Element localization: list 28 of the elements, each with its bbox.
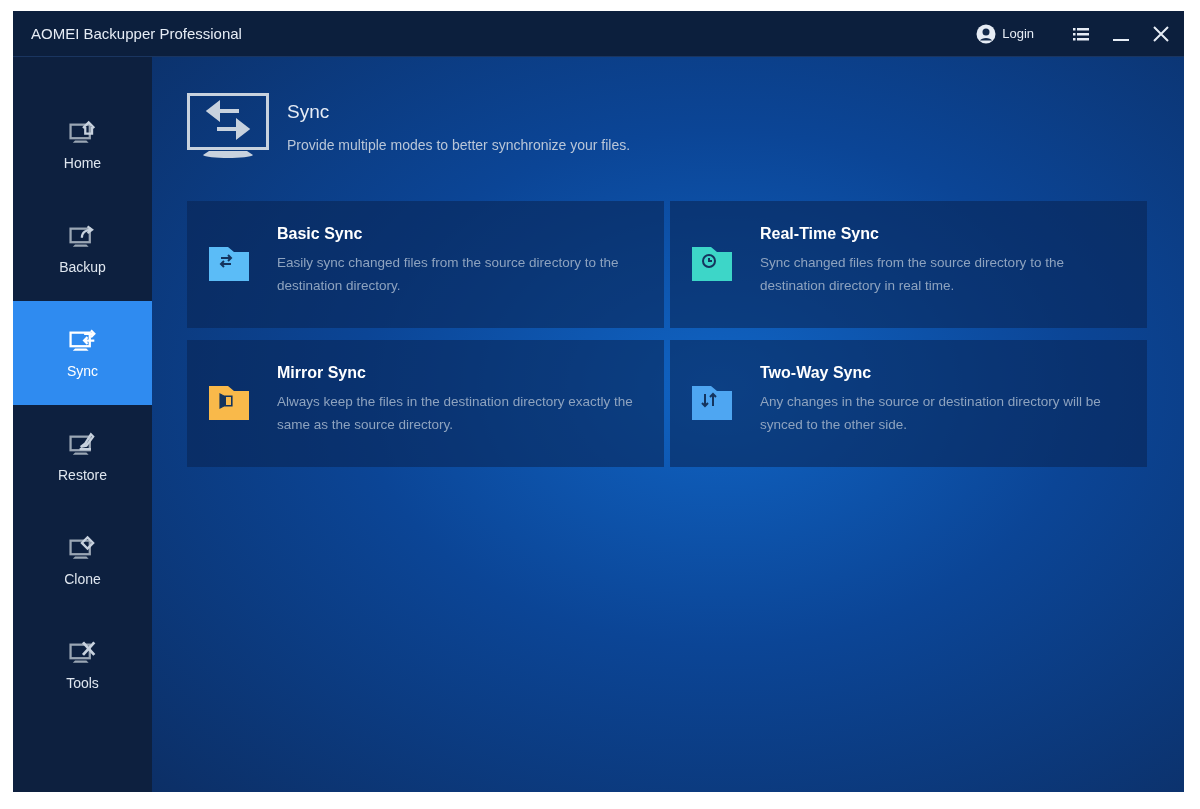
sidebar-item[interactable]: Home xyxy=(13,93,152,197)
card-description: Sync changed files from the source directory to the destination directory in real time. xyxy=(760,254,1065,295)
sidebar-item[interactable]: Clone xyxy=(13,509,152,613)
card-title: Basic Sync xyxy=(277,225,364,243)
close-icon[interactable] xyxy=(1152,24,1170,43)
card-title: Mirror Sync xyxy=(277,364,367,382)
sync-mode-card[interactable]: Mirror Sync Always keep the files in the destination directory exactly the same as the source directory. xyxy=(187,340,664,467)
card-description: Any changes in the source or destination directory will be synced to the other side. xyxy=(760,393,1102,434)
sync-mode-card[interactable]: Basic Sync Easily sync changed files from the source directory to the destination directory. xyxy=(187,201,664,328)
window-title: AOMEI Backupper Professional xyxy=(31,25,242,42)
login-button[interactable]: Login xyxy=(976,23,1034,44)
user-icon xyxy=(976,23,997,44)
tools-monitor-icon xyxy=(67,639,98,665)
page-subtitle: Provide multiple modes to better synchronize your files. xyxy=(287,137,631,153)
sync-monitor-icon xyxy=(67,327,98,353)
page-title: Sync xyxy=(287,101,331,123)
sidebar-item[interactable]: Tools xyxy=(13,613,152,717)
restore-monitor-icon xyxy=(67,431,98,457)
sync-mode-card[interactable]: Two-Way Sync Any changes in the source or destination directory will be synced to the other side. xyxy=(670,340,1147,467)
card-title: Two-Way Sync xyxy=(760,364,873,382)
card-title: Real-Time Sync xyxy=(760,225,880,243)
sidebar-item[interactable]: Restore xyxy=(13,405,152,509)
monitor-sync-icon xyxy=(187,93,269,161)
card-description: Easily sync changed files from the source directory to the destination directory. xyxy=(277,254,620,295)
sidebar-item[interactable]: Backup xyxy=(13,197,152,301)
home-monitor-icon xyxy=(67,119,98,145)
card-description: Always keep the files in the destination directory exactly the same as the source directory. xyxy=(277,393,634,434)
sync-mode-card[interactable]: Real-Time Sync Sync changed files from the source directory to the destination directory in real time. xyxy=(670,201,1147,328)
